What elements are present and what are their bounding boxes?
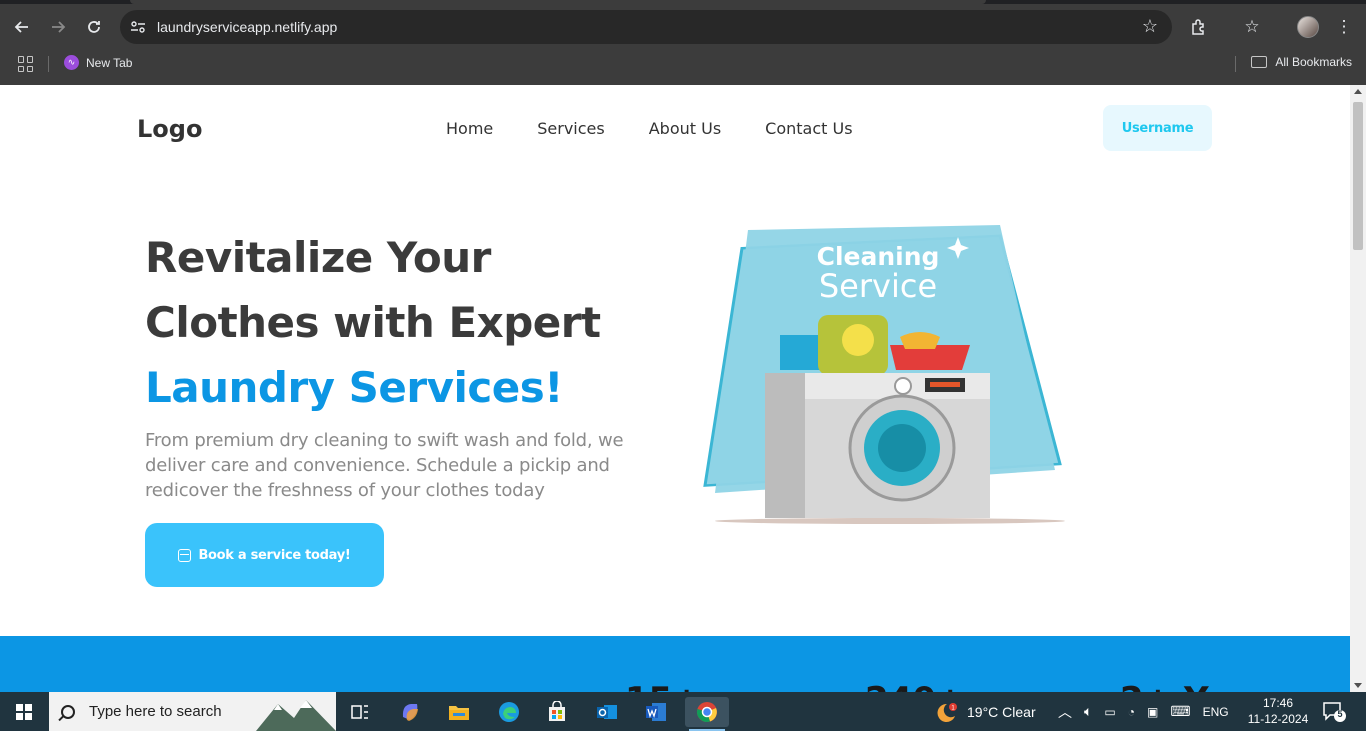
bookmarks-bar: ∿ New Tab All Bookmarks xyxy=(0,48,1366,80)
site-info-icon[interactable] xyxy=(128,17,148,37)
book-service-label: Book a service today! xyxy=(198,547,351,563)
nav-home[interactable]: Home xyxy=(446,119,493,138)
windows-taskbar: Type here to search 1 19°C Clear ︿ 🔈︎ ▭ xyxy=(0,692,1366,731)
clock-date: 11-12-2024 xyxy=(1247,712,1309,726)
cleaning-service-illustration: Cleaning Service xyxy=(700,225,1070,525)
profile-avatar[interactable] xyxy=(1297,16,1319,38)
address-bar[interactable]: laundryserviceapp.netlify.app ☆ xyxy=(120,10,1172,44)
copilot-icon[interactable] xyxy=(395,697,425,727)
file-explorer-icon[interactable] xyxy=(444,697,474,727)
stats-band: 15+ 240+ 2+ Yrs xyxy=(0,636,1350,692)
system-clock[interactable]: 17:46 11-12-2024 xyxy=(1246,695,1310,727)
weather-moon-icon: 1 xyxy=(937,702,957,722)
battery-icon[interactable]: ▭ xyxy=(1104,705,1115,719)
wifi-icon[interactable]: ◔ xyxy=(1128,705,1135,719)
notification-center-icon[interactable]: 5 xyxy=(1322,701,1346,723)
forward-icon[interactable] xyxy=(43,12,73,42)
stat-value: 15+ xyxy=(625,680,701,692)
clock-time: 17:46 xyxy=(1262,696,1294,710)
notification-count: 5 xyxy=(1337,709,1343,719)
camera-icon[interactable]: ▣ xyxy=(1147,705,1158,719)
language-indicator[interactable]: ENG xyxy=(1203,705,1229,719)
browser-toolbar: laundryserviceapp.netlify.app ☆ ☆ ⋮ ∿ Ne… xyxy=(0,0,1366,85)
hero-title-line1: Revitalize Your xyxy=(145,233,491,282)
weather-text: 19°C Clear xyxy=(967,703,1036,720)
scroll-up-arrow-icon[interactable] xyxy=(1354,89,1362,94)
username-button[interactable]: Username xyxy=(1103,105,1212,151)
page-viewport: Logo Home Services About Us Contact Us U… xyxy=(0,85,1350,692)
bookmark-star-icon[interactable]: ☆ xyxy=(1142,16,1158,37)
bookmarks-panel-icon[interactable]: ☆ xyxy=(1238,13,1266,41)
folder-icon xyxy=(1251,56,1268,68)
site-logo[interactable]: Logo xyxy=(137,115,202,143)
search-placeholder: Type here to search xyxy=(89,703,222,720)
hero-title-line2: Clothes with Expert xyxy=(145,298,601,347)
word-icon[interactable] xyxy=(641,697,671,727)
tab-strip xyxy=(0,0,1366,4)
apps-grid-icon[interactable] xyxy=(18,56,34,72)
search-icon xyxy=(61,704,75,719)
scroll-down-arrow-icon[interactable] xyxy=(1354,683,1362,688)
taskbar-search[interactable]: Type here to search xyxy=(49,692,336,731)
main-nav: Home Services About Us Contact Us xyxy=(446,119,897,138)
all-bookmarks-label: All Bookmarks xyxy=(1275,55,1352,69)
illustration-word-2: Service xyxy=(819,267,937,305)
hero-title: Revitalize Your Clothes with Expert Laun… xyxy=(145,225,601,420)
bookmarks-separator xyxy=(48,56,49,72)
chevron-up-icon[interactable]: ︿ xyxy=(1058,702,1072,722)
scrollbar-thumb[interactable] xyxy=(1353,102,1363,250)
bookmark-label: New Tab xyxy=(86,55,133,70)
back-icon[interactable] xyxy=(7,12,37,42)
bookmark-new-tab[interactable]: ∿ New Tab xyxy=(64,55,132,70)
calendar-icon xyxy=(178,548,192,562)
volume-icon[interactable]: 🔈︎ xyxy=(1084,703,1092,720)
system-tray: ︿ 🔈︎ ▭ ◔ ▣ ⌨ ENG xyxy=(1058,692,1229,731)
all-bookmarks-button[interactable]: All Bookmarks xyxy=(1251,55,1352,69)
bookmarks-separator xyxy=(1235,56,1236,72)
nav-contact-us[interactable]: Contact Us xyxy=(765,119,852,138)
active-tab-edge xyxy=(130,0,986,4)
microsoft-store-icon[interactable] xyxy=(542,697,572,727)
reload-icon[interactable] xyxy=(79,12,109,42)
start-button[interactable] xyxy=(0,692,48,731)
new-tab-favicon-icon: ∿ xyxy=(64,55,79,70)
edge-browser-icon[interactable] xyxy=(494,697,524,727)
url-text[interactable]: laundryserviceapp.netlify.app xyxy=(157,19,337,35)
task-view-icon[interactable] xyxy=(345,697,375,727)
weather-widget[interactable]: 1 19°C Clear xyxy=(933,692,1036,731)
stat-value: 2+ Yrs xyxy=(1120,680,1246,692)
page-scrollbar[interactable] xyxy=(1350,85,1366,692)
extensions-icon[interactable] xyxy=(1185,13,1213,41)
keyboard-icon[interactable]: ⌨ xyxy=(1170,703,1190,720)
search-highlight-image xyxy=(256,700,336,731)
hero-title-accent: Laundry Services! xyxy=(145,363,563,412)
book-service-button[interactable]: Book a service today! xyxy=(145,523,384,587)
outlook-icon[interactable] xyxy=(592,697,622,727)
nav-services[interactable]: Services xyxy=(537,119,604,138)
chrome-icon[interactable] xyxy=(685,697,729,731)
stat-value: 240+ xyxy=(865,680,964,692)
hero-description: From premium dry cleaning to swift wash … xyxy=(145,430,624,501)
nav-about-us[interactable]: About Us xyxy=(649,119,721,138)
menu-kebab-icon[interactable]: ⋮ xyxy=(1330,13,1358,41)
windows-logo-icon xyxy=(16,703,32,720)
